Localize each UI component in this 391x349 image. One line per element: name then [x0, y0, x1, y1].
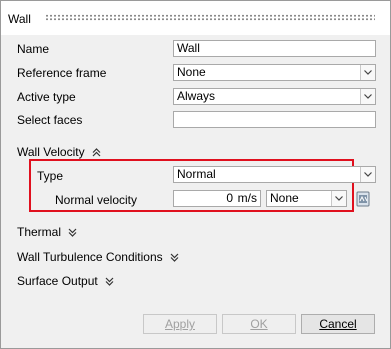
chevron-down-icon[interactable] — [360, 167, 375, 182]
normal-velocity-value: 0 — [226, 191, 233, 205]
name-input[interactable]: Wall — [173, 40, 376, 57]
cancel-button[interactable]: Cancel — [301, 314, 375, 334]
apply-button[interactable]: Apply — [143, 314, 217, 334]
wall-velocity-header-label: Wall Velocity — [17, 145, 85, 159]
ok-button[interactable]: OK — [222, 314, 296, 334]
apply-button-label: Apply — [164, 317, 196, 331]
select-faces-label: Select faces — [17, 113, 83, 127]
wall-dialog: Wall Name Wall Reference frame None Acti… — [0, 0, 391, 349]
type-label: Type — [37, 169, 64, 183]
double-chevron-down-icon[interactable] — [105, 277, 114, 287]
name-input-value: Wall — [177, 41, 200, 55]
reference-frame-value: None — [177, 65, 206, 79]
expression-editor-icon[interactable] — [356, 191, 370, 207]
chevron-down-icon[interactable] — [331, 191, 346, 206]
name-label: Name — [17, 42, 50, 56]
window-title: Wall — [8, 12, 31, 26]
normal-velocity-unit: m/s — [237, 191, 257, 205]
double-chevron-down-icon[interactable] — [68, 228, 77, 238]
expression-dropdown[interactable]: None — [266, 190, 347, 207]
title-bar[interactable]: Wall — [1, 1, 390, 35]
double-chevron-down-icon[interactable] — [170, 253, 179, 263]
expression-value: None — [270, 191, 299, 205]
double-chevron-up-icon[interactable] — [92, 148, 101, 157]
cancel-button-label: Cancel — [319, 317, 357, 331]
chevron-down-icon[interactable] — [360, 89, 375, 104]
type-value: Normal — [177, 167, 216, 181]
wall-turbulence-section-header[interactable]: Wall Turbulence Conditions — [17, 250, 179, 264]
surface-output-header-label: Surface Output — [17, 274, 98, 288]
type-dropdown[interactable]: Normal — [173, 166, 376, 183]
thermal-section-header[interactable]: Thermal — [17, 225, 77, 239]
select-faces-input[interactable] — [173, 111, 376, 128]
surface-output-section-header[interactable]: Surface Output — [17, 274, 114, 288]
chevron-down-icon[interactable] — [360, 65, 375, 80]
active-type-value: Always — [177, 89, 216, 103]
wall-velocity-section-header[interactable]: Wall Velocity — [17, 145, 101, 159]
drag-grip-icon[interactable] — [45, 14, 375, 21]
normal-velocity-input[interactable]: 0 m/s — [173, 190, 261, 207]
wall-turbulence-header-label: Wall Turbulence Conditions — [17, 250, 163, 264]
active-type-dropdown[interactable]: Always — [173, 88, 376, 105]
thermal-header-label: Thermal — [17, 225, 62, 239]
normal-velocity-label: Normal velocity — [55, 193, 138, 207]
active-type-label: Active type — [17, 90, 76, 104]
ok-button-label: OK — [250, 317, 268, 331]
reference-frame-label: Reference frame — [17, 66, 107, 80]
reference-frame-dropdown[interactable]: None — [173, 64, 376, 81]
